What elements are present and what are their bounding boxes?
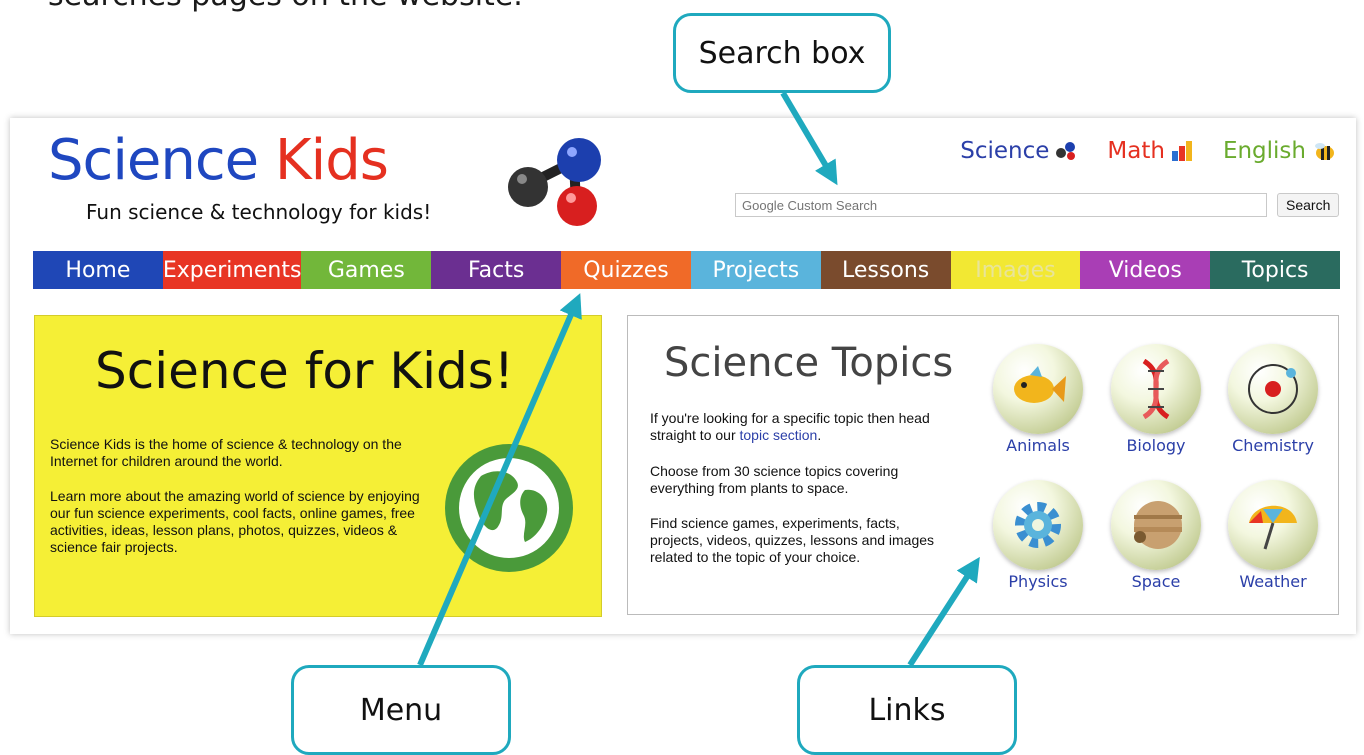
nav-quizzes[interactable]: Quizzes [561,251,691,289]
nav-images[interactable]: Images [950,251,1081,289]
nav-facts[interactable]: Facts [431,251,562,289]
topic-link-biology[interactable]: Biology [1101,344,1211,455]
topic-link-animals[interactable]: Animals [983,344,1093,455]
topic-link-physics[interactable]: Physics [983,480,1093,591]
topics-panel: Science Topics If you're looking for a s… [627,315,1339,615]
intro-paragraph-2: Learn more about the amazing world of sc… [50,488,420,555]
intro-paragraph-1: Science Kids is the home of science & te… [50,436,402,469]
logo-science-text: Science [48,128,259,193]
website-screenshot: Science Kids Fun science & technology fo… [10,118,1356,634]
links-callout: Links [797,665,1017,755]
logo-kids-text: Kids [274,128,389,193]
topic-section-link[interactable]: topic section [740,427,818,443]
search-box-callout: Search box [673,13,891,93]
search-input[interactable] [735,193,1267,217]
nav-topics[interactable]: Topics [1210,251,1341,289]
atom-icon [1248,364,1298,414]
site-logo[interactable]: Science Kids [48,128,389,193]
topic-label-animals: Animals [1006,436,1070,455]
topic-bubble [1111,344,1201,434]
umbrella-icon [1249,505,1297,550]
topics-p1-end: . [817,427,822,443]
topic-bubble [1228,344,1318,434]
topics-paragraph-2: Choose from 30 science topics covering e… [650,463,899,496]
subject-links: Science Math English [960,138,1336,164]
intro-panel: Science for Kids! Science Kids is the ho… [34,315,602,617]
topic-link-space[interactable]: Space [1101,480,1211,591]
topic-label-weather: Weather [1239,572,1307,591]
main-menu: Home Experiments Games Facts Quizzes Pro… [33,251,1341,289]
subject-math-label: Math [1107,138,1165,164]
topics-paragraph-3: Find science games, experiments, facts, … [650,515,935,565]
nav-home[interactable]: Home [33,251,163,289]
topic-bubble [993,344,1083,434]
topic-bubble [993,480,1083,570]
bee-icon [1315,143,1334,160]
nav-lessons[interactable]: Lessons [820,251,951,289]
topics-title: Science Topics [664,340,954,386]
molecule-icon [508,138,601,226]
topic-link-weather[interactable]: Weather [1218,480,1328,591]
topic-label-biology: Biology [1126,436,1186,455]
planet-icon [1134,501,1182,549]
topics-paragraph-1: If you're looking for a specific topic t… [650,410,950,444]
menu-callout: Menu [291,665,511,755]
subject-science-label: Science [960,138,1050,164]
topic-label-physics: Physics [1008,572,1068,591]
gear-icon [1015,502,1061,548]
subject-science-link[interactable]: Science [960,138,1077,164]
blocks-icon [1171,141,1192,161]
topic-bubble [1111,480,1201,570]
page-caption: searches pages on the website. [48,0,523,13]
molecule-icon [1056,142,1076,160]
search-button[interactable]: Search [1277,193,1340,217]
topic-label-space: Space [1131,572,1181,591]
fish-icon [1014,366,1066,403]
subject-english-link[interactable]: English [1223,138,1336,164]
search-bar: Search [735,193,1340,217]
subject-math-link[interactable]: Math [1107,138,1193,164]
globe-icon [445,444,573,572]
nav-projects[interactable]: Projects [690,251,821,289]
nav-games[interactable]: Games [301,251,432,289]
dna-icon [1142,359,1170,419]
nav-videos[interactable]: Videos [1080,251,1211,289]
topic-link-chemistry[interactable]: Chemistry [1218,344,1328,455]
topic-bubble [1228,480,1318,570]
nav-experiments[interactable]: Experiments [162,251,302,289]
site-tagline: Fun science & technology for kids! [86,200,432,224]
intro-title: Science for Kids! [95,342,514,400]
topic-label-chemistry: Chemistry [1232,436,1314,455]
subject-english-label: English [1222,138,1306,164]
